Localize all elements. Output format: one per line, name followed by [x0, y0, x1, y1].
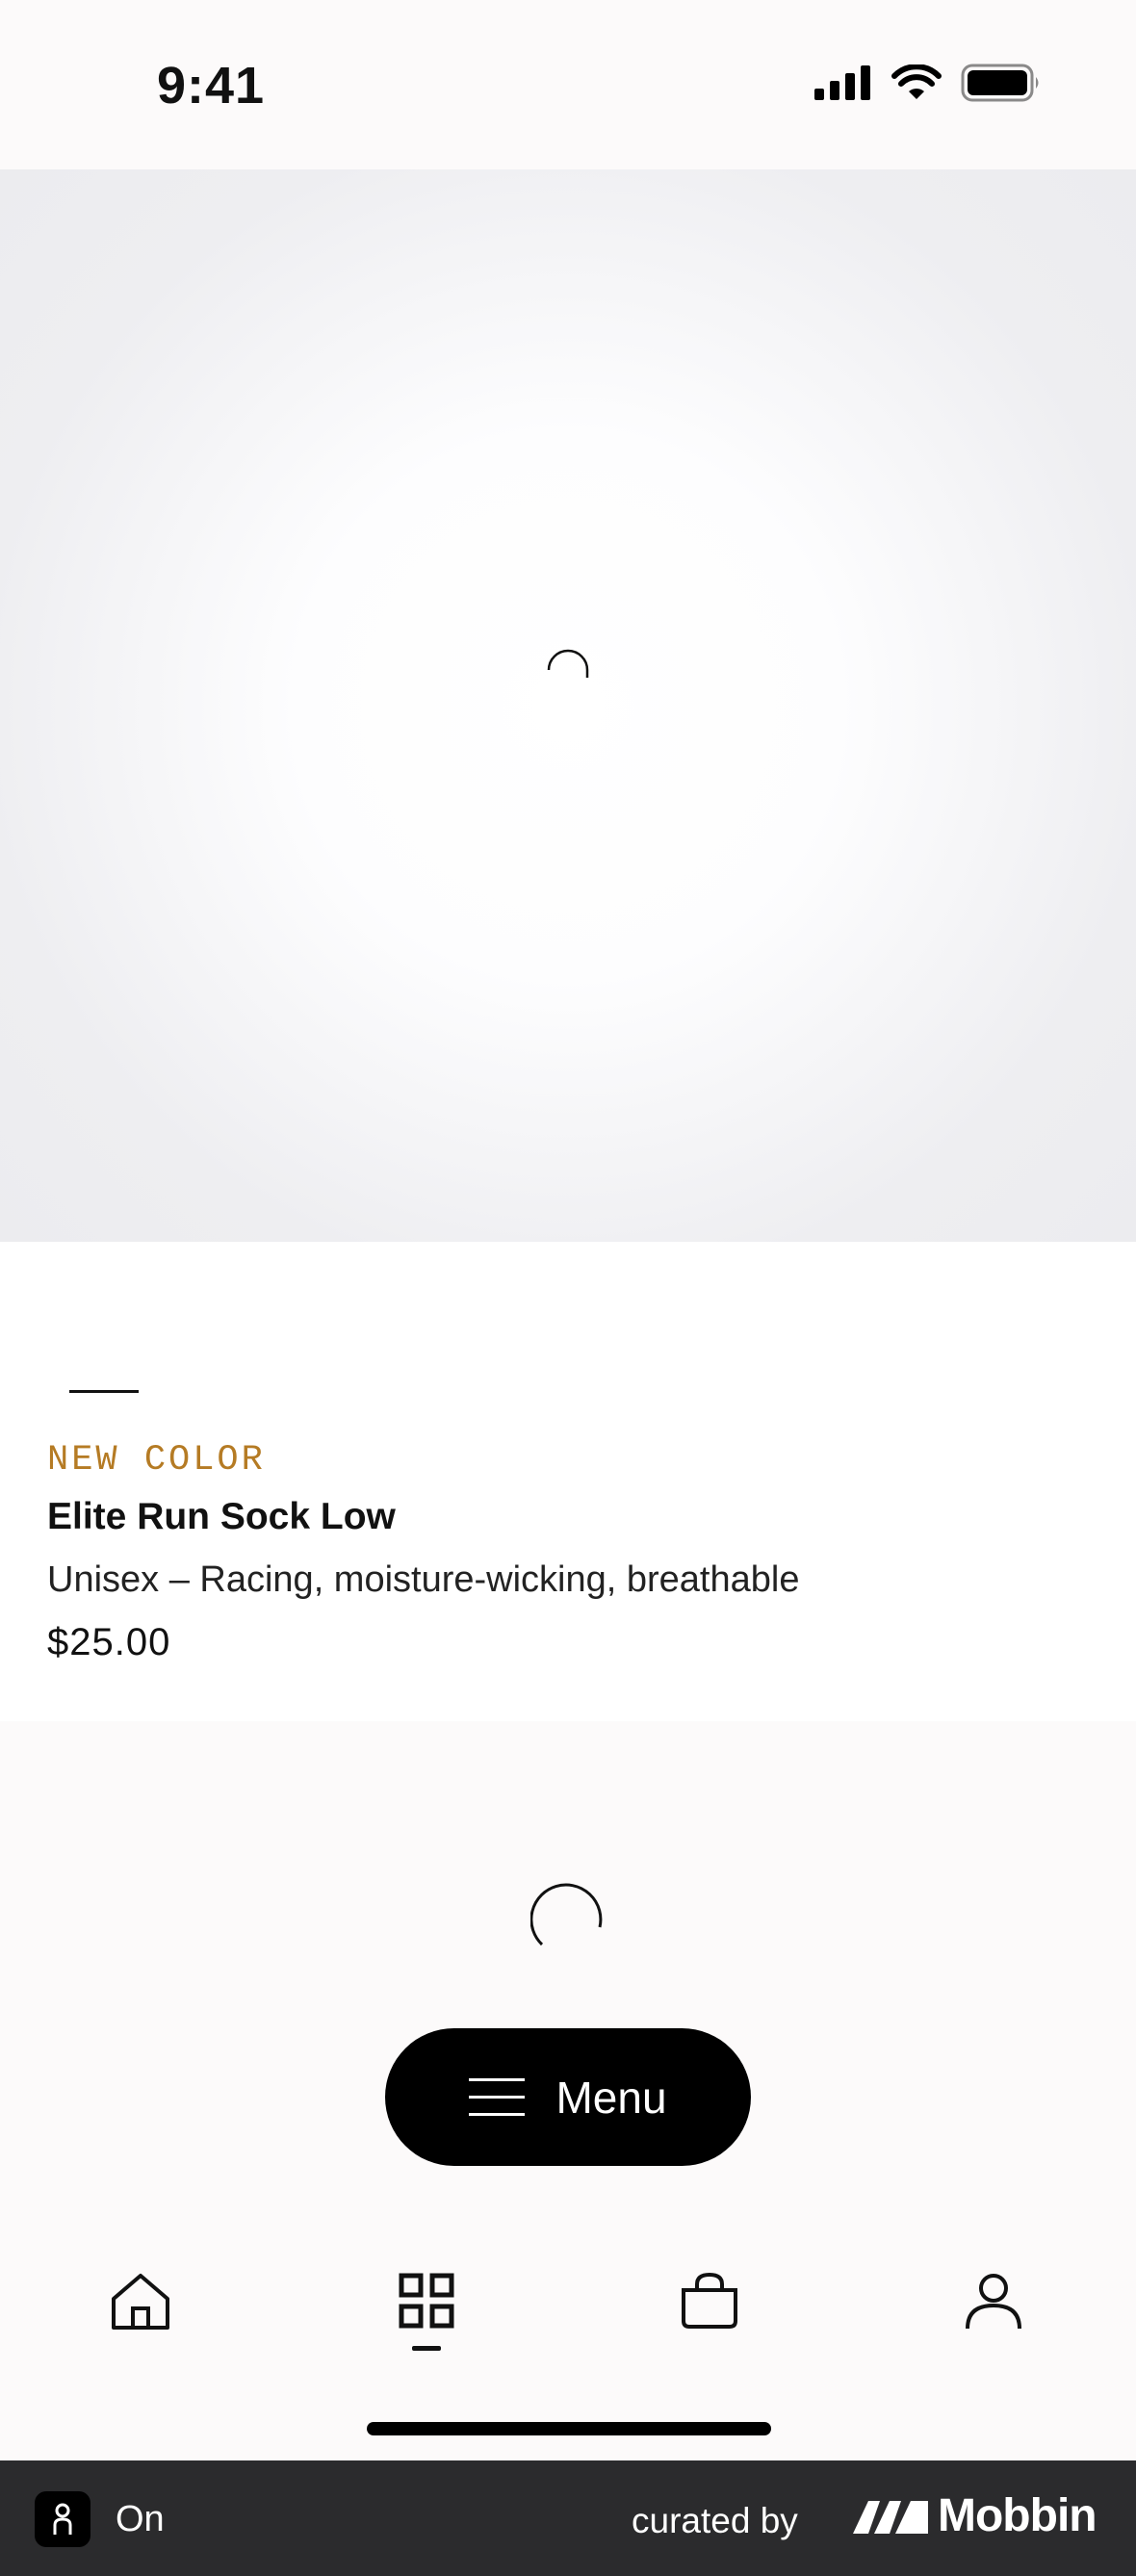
product-name: Elite Run Sock Low [47, 1496, 396, 1537]
product-description: Unisex – Racing, moisture-wicking, breat… [47, 1559, 800, 1600]
cellular-signal-icon [814, 65, 870, 100]
status-icons [814, 64, 1042, 102]
status-time: 9:41 [157, 57, 266, 115]
loading-spinner-icon [530, 1883, 603, 1946]
profile-icon [966, 2274, 1021, 2330]
loading-spinner-icon [547, 649, 589, 678]
curated-by-text: curated by [632, 2501, 798, 2540]
battery-icon [961, 64, 1039, 102]
footer-bar: On curated by Mobbin [0, 2460, 1136, 2576]
new-color-badge: NEW COLOR [47, 1440, 266, 1481]
home-icon [112, 2274, 169, 2330]
bottom-tab-bar [0, 2212, 1136, 2460]
product-price: $25.00 [47, 1621, 171, 1663]
hamburger-icon [469, 2077, 526, 2116]
wifi-icon [891, 64, 942, 99]
mobbin-logo-icon [853, 2500, 928, 2534]
status-bar: 9:41 [0, 0, 1136, 169]
tab-cart[interactable] [661, 2253, 758, 2349]
mobbin-brand: Mobbin [938, 2490, 1097, 2541]
mobbin-logo: Mobbin [851, 2489, 1097, 2542]
product-card-info[interactable]: NEW COLOR Elite Run Sock Low Unisex – Ra… [0, 1242, 1136, 1721]
tab-shop[interactable] [378, 2253, 475, 2349]
tab-profile[interactable] [945, 2253, 1042, 2349]
app-name: On [116, 2499, 165, 2539]
home-indicator [367, 2422, 771, 2435]
bag-icon [682, 2272, 737, 2329]
product-image-placeholder[interactable] [0, 169, 1136, 1242]
tab-home[interactable] [92, 2253, 189, 2349]
selected-tab-indicator [412, 2346, 441, 2351]
menu-button[interactable]: Menu [385, 2028, 751, 2166]
on-app-icon [35, 2491, 90, 2547]
grid-icon [399, 2273, 454, 2329]
menu-label: Menu [555, 2072, 667, 2123]
color-swatch-indicator [69, 1390, 139, 1393]
